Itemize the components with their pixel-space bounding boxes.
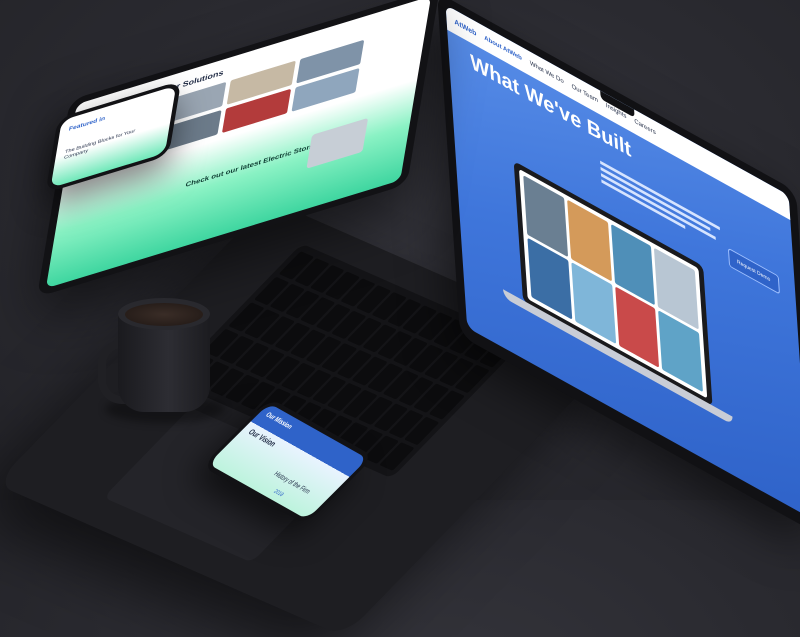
nav-link-careers[interactable]: Careers [634,119,656,137]
hero-cta-button[interactable]: Request Demo [727,247,780,295]
vision-heading: Our Vision [246,428,278,449]
device-mockup-scene: AtWeb About AtWeb What We Do Our Team In… [0,0,800,637]
portfolio-grid [518,168,708,399]
featured-label: Featured in [68,115,106,133]
history-year[interactable]: 2018 [272,488,285,498]
nav-link-team[interactable]: Our Team [571,84,598,105]
nav-link-what-we-do[interactable]: What We Do [530,60,564,85]
coffee [125,303,203,326]
mission-heading: Our Mission [263,411,294,431]
mini-laptop-graphic [513,160,713,407]
nav-link-about[interactable]: About AtWeb [484,35,522,62]
portrait-photo [306,117,369,169]
site-logo[interactable]: AtWeb [454,18,476,37]
